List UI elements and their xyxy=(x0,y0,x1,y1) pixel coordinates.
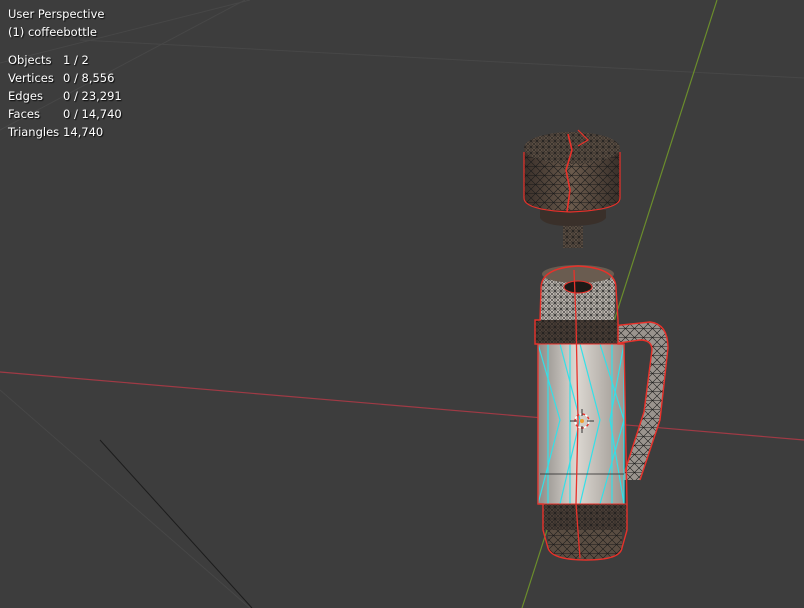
3d-viewport[interactable]: User Perspective (1) coffeebottle Object… xyxy=(0,0,804,608)
viewport-scene[interactable] xyxy=(0,0,804,608)
bottle-body-mesh[interactable] xyxy=(534,265,669,561)
camera-guide-line xyxy=(99,439,253,608)
viewport-grid xyxy=(0,0,804,608)
x-axis-line xyxy=(0,371,804,441)
bottle-cap-mesh[interactable] xyxy=(523,129,621,248)
